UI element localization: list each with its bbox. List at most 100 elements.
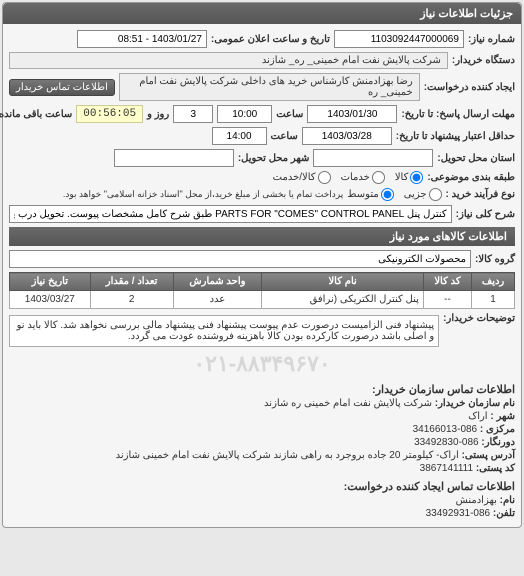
pack-radio-group: کالا خدمات کالا/خدمت (273, 171, 424, 184)
process-note: پرداخت تمام یا بخشی از مبلغ خرید،از محل … (63, 189, 343, 200)
table-row[interactable]: 1 -- پنل کنترل الکتریکی (نرافق عدد 2 140… (10, 291, 515, 309)
items-header-row: ردیف کد کالا نام کالا واحد شمارش تعداد /… (10, 273, 515, 291)
row-pack: طبقه بندی موضوعی: کالا خدمات کالا/خدمت (9, 171, 515, 184)
main-panel: جزئیات اطلاعات نیاز شماره نیاز: تاریخ و … (2, 2, 522, 528)
process-small-option[interactable]: جزیی (404, 188, 442, 201)
cell-unit: عدد (173, 291, 262, 309)
contact-addr-value: اراک- کیلومتر 20 جاده بروجرد به راهی شاز… (116, 450, 459, 461)
contact-org-value: شرکت پالایش نفت امام خمینی ره شازند (264, 398, 432, 409)
contact-phone-value: 086-34166013 (413, 424, 478, 435)
row-delivery: استان محل تحویل: شهر محل تحویل: (9, 149, 515, 167)
row-validity: حداقل اعتبار پیشنهاد تا تاریخ: ساعت (9, 127, 515, 145)
buyer-org-label: دستگاه خریدار: (452, 55, 515, 66)
watermark: ۰۲۱-۸۸۳۴۹۶۷۰ (9, 351, 515, 377)
contact-fax-line: دورنگار: 086-33492830 (9, 437, 515, 448)
pack-both-radio[interactable] (318, 171, 331, 184)
announce-label: تاریخ و ساعت اعلان عمومی: (211, 34, 330, 45)
delivery-city-label: شهر محل تحویل: (238, 153, 310, 164)
desc-label: شرح کلی نیاز: (456, 209, 515, 220)
remain-days-input (173, 105, 213, 123)
contact-buyer-button[interactable]: اطلاعات تماس خریدار (9, 79, 115, 96)
buyer-org-value: شرکت پالایش نفت امام خمینی_ ره_ شازند (9, 52, 448, 69)
pack-khadamat-option[interactable]: خدمات (341, 171, 385, 184)
validity-label: حداقل اعتبار پیشنهاد تا تاریخ: (396, 131, 515, 142)
req-no-input[interactable] (334, 30, 464, 48)
row-group: گروه کالا: (9, 250, 515, 268)
pack-khadamat-radio[interactable] (372, 171, 385, 184)
deadline-time-input[interactable] (217, 105, 272, 123)
creator-label: ایجاد کننده درخواست: (424, 82, 515, 93)
contact-person-value: بهزادمنش (456, 495, 497, 506)
col-qty: تعداد / مقدار (90, 273, 173, 291)
countdown-timer: 00:56:05 (76, 105, 143, 123)
cell-need-date: 1403/03/27 (10, 291, 91, 309)
remain-days-label: روز و (147, 109, 169, 120)
contact-city-line: شهر : اراک (9, 411, 515, 422)
row-desc: شرح کلی نیاز: (9, 205, 515, 223)
contact-tel-value: 086-33492931 (426, 508, 491, 519)
row-req-no: شماره نیاز: تاریخ و ساعت اعلان عمومی: (9, 30, 515, 48)
col-name: نام کالا (262, 273, 424, 291)
panel-title: جزئیات اطلاعات نیاز (3, 3, 521, 24)
pack-kala-option[interactable]: کالا (395, 171, 424, 184)
cell-qty: 2 (90, 291, 173, 309)
row-note: توضیحات خریدار: پیشنهاد فنی الزامیست درص… (9, 313, 515, 347)
contact-post-label: کد پستی: (476, 463, 515, 474)
contact-title: اطلاعات تماس سازمان خریدار: (9, 383, 515, 396)
contact-post-line: کد پستی: 3867141111 (9, 463, 515, 474)
contact-addr-label: آدرس پستی: (462, 450, 515, 461)
note-label: توضیحات خریدار: (443, 313, 515, 324)
deadline-label: مهلت ارسال پاسخ: تا تاریخ: (401, 109, 515, 120)
contact-addr-line: آدرس پستی: اراک- کیلومتر 20 جاده بروجرد … (9, 450, 515, 461)
validity-date-input[interactable] (302, 127, 392, 145)
pack-kala-radio[interactable] (410, 171, 423, 184)
col-unit: واحد شمارش (173, 273, 262, 291)
process-medium-option[interactable]: متوسط (347, 188, 393, 201)
contact-center-label: مرکزی : (480, 424, 515, 435)
contact-post-value: 3867141111 (420, 463, 473, 474)
contact-tel-label: تلفن: (493, 508, 515, 519)
contact-fax-label: دورنگار: (481, 437, 515, 448)
process-small-radio[interactable] (429, 188, 442, 201)
pack-label: طبقه بندی موضوعی: (427, 172, 515, 183)
req-no-label: شماره نیاز: (468, 34, 515, 45)
contact-person-line: نام: بهزادمنش (9, 495, 515, 506)
col-need-date: تاریخ نیاز (10, 273, 91, 291)
pack-both-option[interactable]: کالا/خدمت (273, 171, 331, 184)
cell-row: 1 (472, 291, 515, 309)
delivery-prov-input[interactable] (313, 149, 433, 167)
validity-time-label: ساعت (271, 131, 298, 142)
contact-tel-line: تلفن: 086-33492931 (9, 508, 515, 519)
panel-body: شماره نیاز: تاریخ و ساعت اعلان عمومی: دس… (3, 24, 521, 527)
process-label: نوع فرآیند خرید : (446, 189, 515, 200)
deadline-time-label: ساعت (276, 109, 303, 120)
contact-person-label: نام: (500, 495, 515, 506)
delivery-city-input[interactable] (114, 149, 234, 167)
validity-time-input[interactable] (212, 127, 267, 145)
row-deadline: مهلت ارسال پاسخ: تا تاریخ: ساعت روز و 00… (9, 105, 515, 123)
items-table: ردیف کد کالا نام کالا واحد شمارش تعداد /… (9, 272, 515, 309)
desc-input[interactable] (9, 205, 452, 223)
cell-code: -- (423, 291, 471, 309)
creator-value: رضا بهزادمنش کارشناس خرید های داخلی شرکت… (119, 73, 420, 101)
remain-suffix: ساعت باقی مانده (0, 109, 72, 120)
announce-input[interactable] (77, 30, 207, 48)
process-medium-radio[interactable] (381, 188, 394, 201)
contact-org-line: نام سازمان خریدار: شرکت پالایش نفت امام … (9, 398, 515, 409)
group-label: گروه کالا: (475, 254, 515, 265)
note-text: پیشنهاد فنی الزامیست درصورت عدم پیوست پی… (9, 315, 439, 347)
req-contact-title: اطلاعات تماس ایجاد کننده درخواست: (9, 480, 515, 493)
contact-center-line: مرکزی : 086-34166013 (9, 424, 515, 435)
contact-fax-value: 086-33492830 (414, 437, 479, 448)
deadline-date-input[interactable] (307, 105, 397, 123)
process-radio-group: جزیی متوسط (347, 188, 441, 201)
delivery-prov-label: استان محل تحویل: (437, 153, 515, 164)
cell-name: پنل کنترل الکتریکی (نرافق (262, 291, 424, 309)
items-section-title: اطلاعات کالاهای مورد نیاز (9, 227, 515, 246)
contact-city-value: اراک (468, 411, 487, 422)
row-process: نوع فرآیند خرید : جزیی متوسط پرداخت تمام… (9, 188, 515, 201)
contact-city-label: شهر : (490, 411, 515, 422)
col-code: کد کالا (423, 273, 471, 291)
group-input[interactable] (9, 250, 471, 268)
row-creator: ایجاد کننده درخواست: رضا بهزادمنش کارشنا… (9, 73, 515, 101)
